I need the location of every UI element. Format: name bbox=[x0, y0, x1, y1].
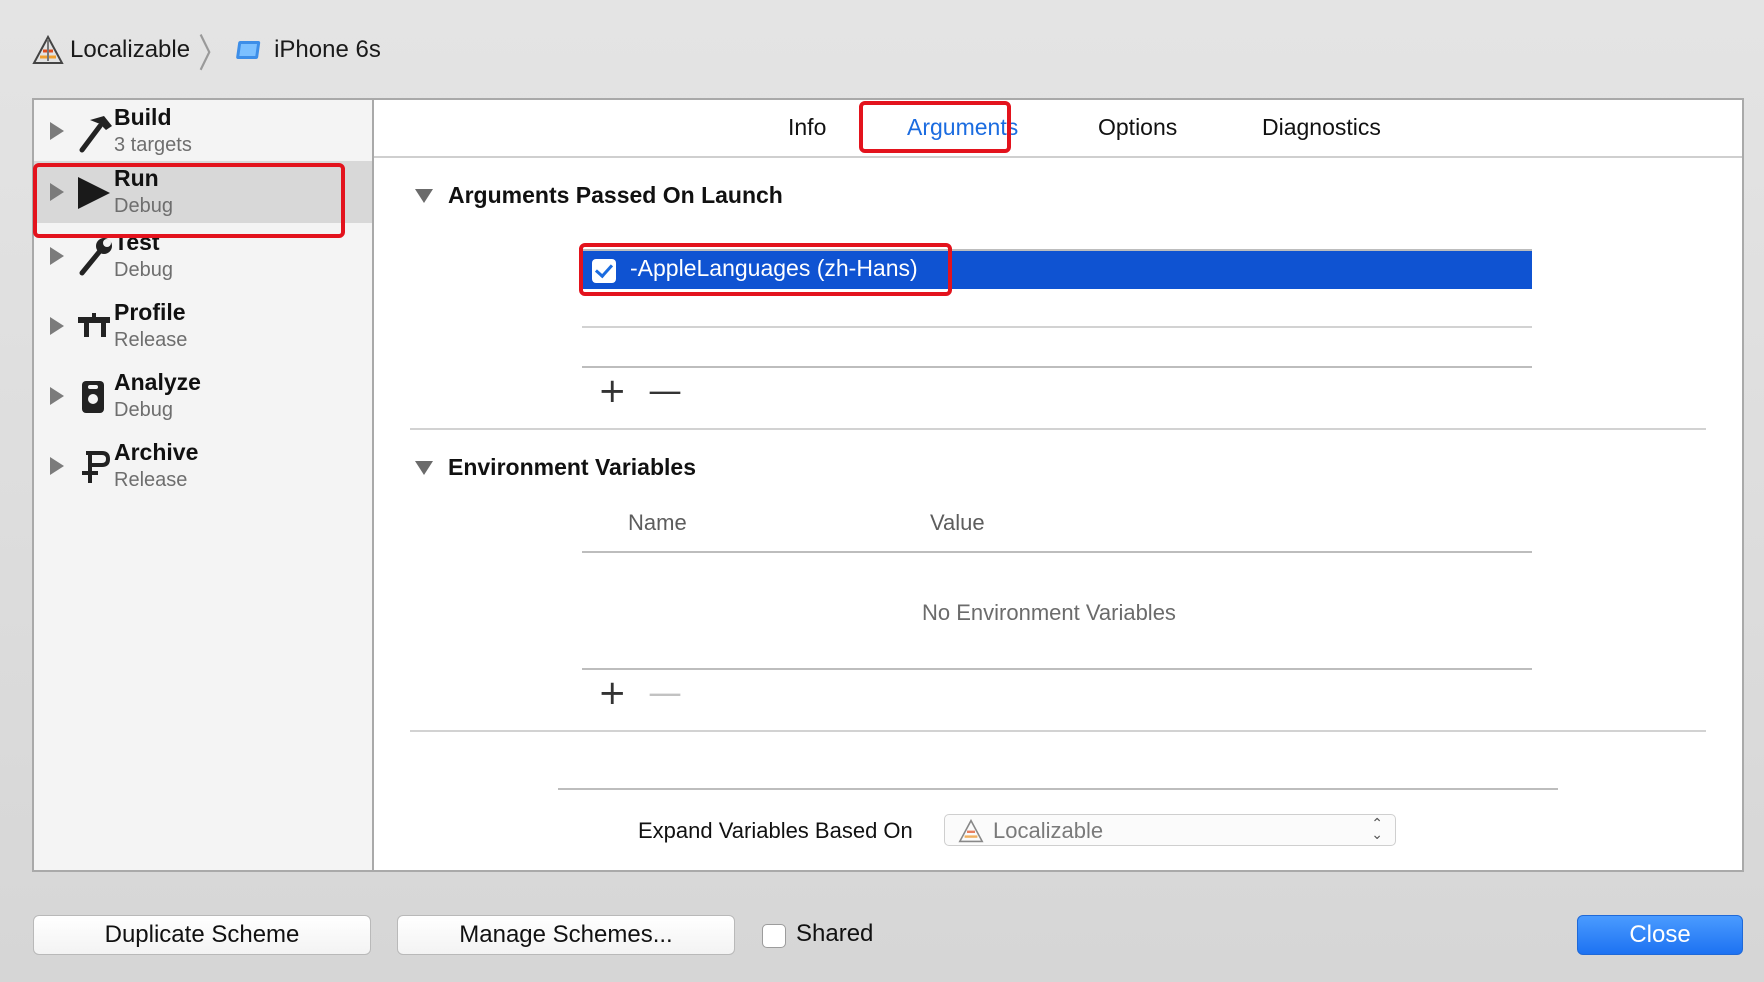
sidebar-item-subtitle: Debug bbox=[114, 259, 173, 281]
highlight-argument-box bbox=[579, 243, 952, 296]
breadcrumb-device[interactable]: iPhone 6s bbox=[274, 36, 381, 64]
highlight-run-box bbox=[33, 163, 345, 238]
xcode-project-icon bbox=[32, 34, 64, 65]
sidebar-item-title: Build bbox=[114, 104, 172, 130]
sidebar-item-subtitle: Debug bbox=[114, 399, 173, 421]
expand-variables-label: Expand Variables Based On bbox=[638, 818, 913, 843]
sidebar-item-analyze[interactable]: Analyze Debug bbox=[34, 365, 372, 435]
chevron-right-icon: 〉 bbox=[198, 33, 229, 76]
sidebar-item-title: Analyze bbox=[114, 369, 201, 395]
divider bbox=[582, 326, 1532, 328]
xcode-project-icon bbox=[957, 818, 985, 848]
archive-icon bbox=[74, 445, 114, 489]
breadcrumb: Localizable 〉 iPhone 6s bbox=[32, 32, 381, 76]
sidebar-item-profile[interactable]: Profile Release bbox=[34, 295, 372, 365]
add-variable-button[interactable]: + bbox=[598, 676, 627, 710]
sidebar-item-archive[interactable]: Archive Release bbox=[34, 435, 372, 505]
expand-variables-popup[interactable]: Localizable ⌃ ⌄ bbox=[944, 814, 1396, 846]
hammer-icon bbox=[74, 110, 114, 154]
disclosure-arrow-icon[interactable] bbox=[50, 387, 64, 405]
tab-info[interactable]: Info bbox=[788, 114, 826, 141]
up-down-chevron-icon: ⌃ ⌄ bbox=[1371, 815, 1383, 842]
wrench-icon bbox=[74, 235, 114, 279]
sidebar-item-title: Profile bbox=[114, 299, 186, 325]
sidebar-item-subtitle: Release bbox=[114, 329, 188, 351]
popup-selected-value: Localizable bbox=[993, 818, 1104, 843]
analyze-icon bbox=[74, 375, 114, 419]
tab-options[interactable]: Options bbox=[1098, 114, 1177, 141]
manage-schemes-button[interactable]: Manage Schemes... bbox=[397, 915, 735, 955]
divider bbox=[582, 668, 1532, 670]
remove-argument-button[interactable]: — bbox=[648, 374, 682, 408]
divider bbox=[582, 366, 1532, 368]
tab-diagnostics[interactable]: Diagnostics bbox=[1262, 114, 1381, 141]
breadcrumb-project[interactable]: Localizable bbox=[70, 36, 190, 64]
remove-variable-button[interactable]: — bbox=[648, 676, 682, 710]
sidebar-item-title: Archive bbox=[114, 439, 199, 465]
highlight-arguments-tab-box bbox=[859, 101, 1011, 153]
disclosure-arrow-icon[interactable] bbox=[50, 457, 64, 475]
empty-state-message: No Environment Variables bbox=[922, 600, 1176, 625]
divider bbox=[558, 788, 1558, 790]
divider bbox=[582, 551, 1532, 553]
disclosure-arrow-icon[interactable] bbox=[50, 247, 64, 265]
shared-checkbox[interactable] bbox=[762, 924, 786, 948]
environment-section-title: Environment Variables bbox=[448, 454, 696, 480]
sidebar-item-build[interactable]: Build 3 targets bbox=[34, 100, 372, 170]
column-header-name[interactable]: Name bbox=[628, 510, 687, 536]
section-divider bbox=[410, 730, 1706, 732]
simulator-device-icon bbox=[236, 37, 266, 63]
scheme-tab-bar: Info Arguments Options Diagnostics bbox=[374, 100, 1742, 158]
sidebar-item-subtitle: 3 targets bbox=[114, 134, 192, 156]
section-divider bbox=[410, 428, 1706, 430]
shared-checkbox-label[interactable]: Shared bbox=[796, 920, 873, 948]
disclosure-triangle-icon[interactable] bbox=[415, 461, 433, 475]
duplicate-scheme-button[interactable]: Duplicate Scheme bbox=[33, 915, 371, 955]
disclosure-arrow-icon[interactable] bbox=[50, 122, 64, 140]
arguments-section-title: Arguments Passed On Launch bbox=[448, 182, 783, 208]
disclosure-triangle-icon[interactable] bbox=[415, 189, 433, 203]
column-header-value[interactable]: Value bbox=[930, 510, 985, 536]
sidebar-item-subtitle: Release bbox=[114, 469, 188, 491]
close-button[interactable]: Close bbox=[1577, 915, 1743, 955]
disclosure-arrow-icon[interactable] bbox=[50, 317, 64, 335]
add-argument-button[interactable]: + bbox=[598, 374, 627, 408]
instruments-icon bbox=[74, 305, 114, 349]
